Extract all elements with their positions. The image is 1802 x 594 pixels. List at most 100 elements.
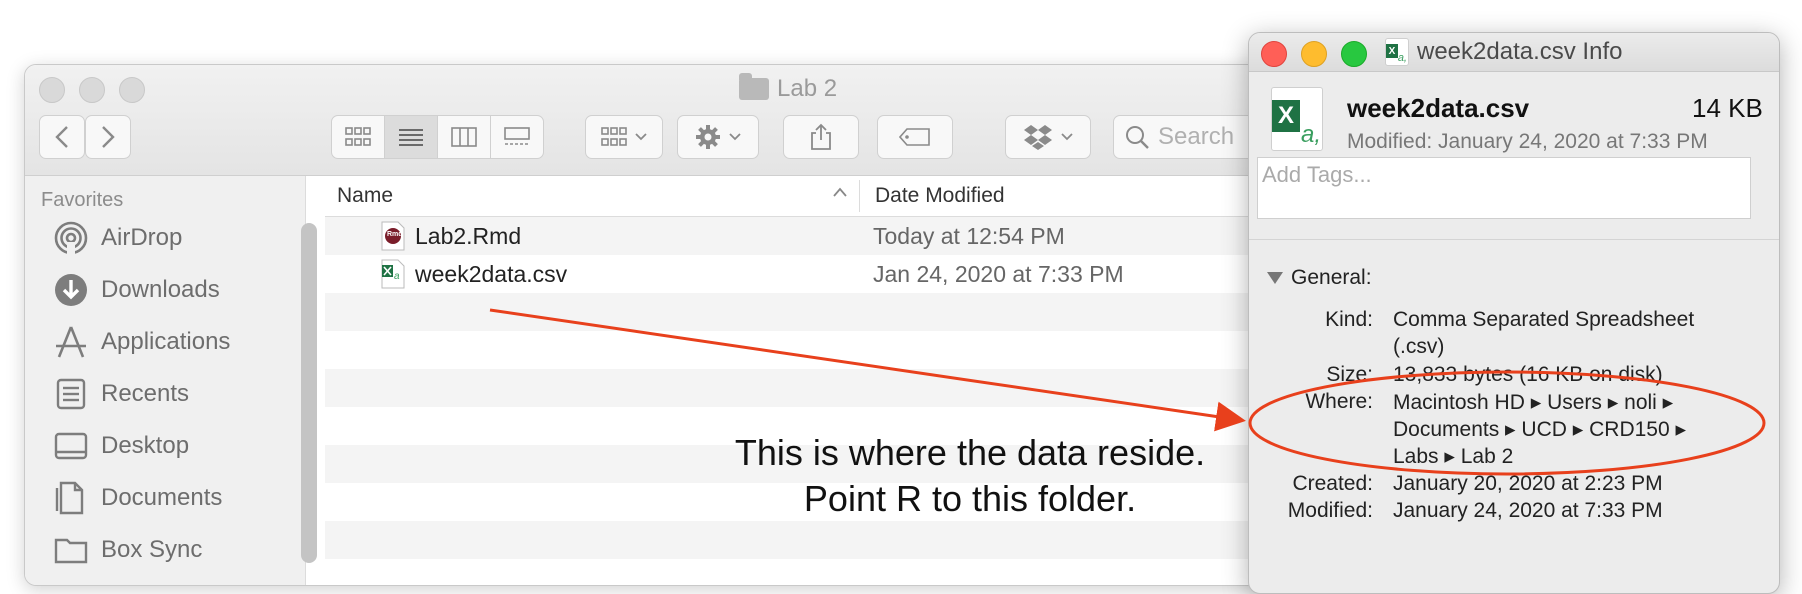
svg-text:a: a: [394, 271, 400, 282]
column-header-name[interactable]: Name: [337, 184, 393, 208]
chevron-down-icon: [635, 133, 647, 141]
documents-icon: [53, 480, 89, 516]
desktop-icon: [53, 428, 89, 464]
tag-icon: [899, 128, 930, 146]
list-item: [325, 331, 1325, 369]
share-button[interactable]: [783, 115, 859, 159]
kind-label: Kind:: [1325, 308, 1373, 331]
chevron-left-icon: [55, 126, 68, 148]
file-row-lab2-rmd[interactable]: Rmd Lab2.Rmd Today at 12:54 PM: [325, 217, 1325, 255]
file-date: Jan 24, 2020 at 7:33 PM: [873, 261, 1124, 287]
applications-icon: [53, 324, 89, 360]
kind-value: Comma Separated Spreadsheet: [1393, 308, 1695, 331]
where-label: Where:: [1305, 390, 1373, 413]
airdrop-icon: [53, 220, 89, 256]
folder-icon: [739, 73, 769, 100]
sidebar-item-label: Downloads: [101, 276, 220, 303]
window-title-text: Lab 2: [777, 75, 838, 102]
folder-icon: [53, 532, 89, 568]
minimize-button[interactable]: [1301, 41, 1327, 67]
view-mode-control[interactable]: [331, 115, 544, 159]
sidebar-item-label: Recents: [101, 380, 190, 407]
column-header-date-modified[interactable]: Date Modified: [875, 184, 1005, 208]
close-button[interactable]: [1261, 41, 1287, 67]
list-view-button[interactable]: [385, 116, 438, 158]
gallery-icon: [504, 127, 530, 145]
downloads-icon: [53, 272, 89, 308]
where-path-2: Documents ▸ UCD ▸ CRD150 ▸: [1393, 418, 1687, 441]
group-by-button[interactable]: [585, 115, 663, 159]
column-view-button[interactable]: [438, 116, 491, 158]
sidebar-item-applications[interactable]: Applications: [53, 322, 230, 362]
rmd-badge: Rmd: [387, 231, 403, 238]
info-file-name: week2data.csv: [1347, 93, 1530, 123]
list-item: [325, 369, 1325, 407]
sidebar-item-airdrop[interactable]: AirDrop: [53, 218, 182, 258]
excel-large-icon: X a,: [1271, 87, 1323, 151]
share-icon: [811, 123, 831, 150]
rmd-file-icon: Rmd: [381, 221, 405, 251]
icon-view-button[interactable]: [332, 116, 385, 158]
back-button[interactable]: [39, 115, 85, 159]
zoom-button[interactable]: [119, 77, 145, 103]
sidebar-scrollbar[interactable]: [301, 223, 317, 563]
forward-button[interactable]: [85, 115, 131, 159]
where-path-1: Macintosh HD ▸ Users ▸ noli ▸: [1393, 391, 1674, 414]
gallery-view-button[interactable]: [491, 116, 543, 158]
sidebar-item-box-sync[interactable]: Box Sync: [53, 530, 202, 570]
gear-icon: [696, 125, 720, 149]
finder-toolbar: Lab 2 Search: [25, 65, 1325, 176]
search-placeholder: Search: [1158, 123, 1235, 150]
chevron-right-icon: [102, 126, 115, 148]
sidebar-item-recents[interactable]: Recents: [53, 374, 189, 414]
close-button[interactable]: [39, 77, 65, 103]
window-title: Lab 2: [739, 73, 838, 103]
chevron-down-icon: [1061, 133, 1073, 141]
size-label: Size:: [1326, 363, 1373, 386]
sort-ascending-icon: [833, 184, 847, 202]
tags-button[interactable]: [877, 115, 953, 159]
columns-icon: [451, 127, 477, 147]
file-date: Today at 12:54 PM: [873, 223, 1065, 249]
zoom-button[interactable]: [1341, 41, 1367, 67]
general-label: General:: [1291, 266, 1372, 289]
dropbox-button[interactable]: [1005, 115, 1091, 159]
info-title-text: week2data.csv Info: [1417, 38, 1623, 65]
info-window: X a, week2data.csv Info X a, week2data.c…: [1248, 32, 1780, 594]
minimize-button[interactable]: [79, 77, 105, 103]
list-icon: [399, 129, 423, 146]
sidebar-section-header: Favorites: [41, 189, 124, 211]
divider: [1249, 239, 1779, 240]
tags-input[interactable]: Add Tags...: [1257, 157, 1751, 219]
info-file-size: 14 KB: [1692, 93, 1763, 123]
created-label: Created:: [1292, 472, 1373, 495]
info-modified-line: Modified: January 24, 2020 at 7:33 PM: [1347, 130, 1708, 153]
grid-icon: [345, 127, 371, 146]
sidebar-item-label: Documents: [101, 484, 223, 511]
group-icon: [601, 127, 627, 146]
info-titlebar: X a, week2data.csv Info: [1249, 33, 1779, 72]
where-path-3: Labs ▸ Lab 2: [1393, 445, 1514, 468]
sidebar-item-label: AirDrop: [101, 224, 183, 251]
action-button[interactable]: [677, 115, 759, 159]
sidebar: Favorites AirDrop Downloads Applications…: [25, 176, 306, 585]
file-row-week2data-csv[interactable]: a week2data.csv Jan 24, 2020 at 7:33 PM: [325, 255, 1325, 293]
chevron-down-icon: [729, 133, 741, 141]
modified-label: Modified:: [1287, 499, 1373, 522]
file-name: week2data.csv: [415, 261, 568, 287]
sidebar-item-label: Desktop: [101, 432, 190, 459]
modified-value: January 24, 2020 at 7:33 PM: [1393, 499, 1663, 522]
sidebar-item-label: Box Sync: [101, 536, 203, 563]
sidebar-item-documents[interactable]: Documents: [53, 478, 222, 518]
list-header: Name Date Modified: [325, 176, 1325, 217]
column-divider[interactable]: [859, 180, 860, 212]
dropbox-icon: [1024, 125, 1052, 150]
sidebar-item-label: Applications: [101, 328, 231, 355]
sidebar-item-desktop[interactable]: Desktop: [53, 426, 189, 466]
excel-file-icon: X a,: [1385, 38, 1409, 66]
file-list: Name Date Modified Rmd Lab2.Rmd Today at…: [325, 176, 1325, 585]
list-item: [325, 293, 1325, 331]
sidebar-item-downloads[interactable]: Downloads: [53, 270, 220, 310]
general-section-toggle[interactable]: General:: [1267, 266, 1372, 290]
size-value: 13,833 bytes (16 KB on disk): [1393, 363, 1663, 386]
